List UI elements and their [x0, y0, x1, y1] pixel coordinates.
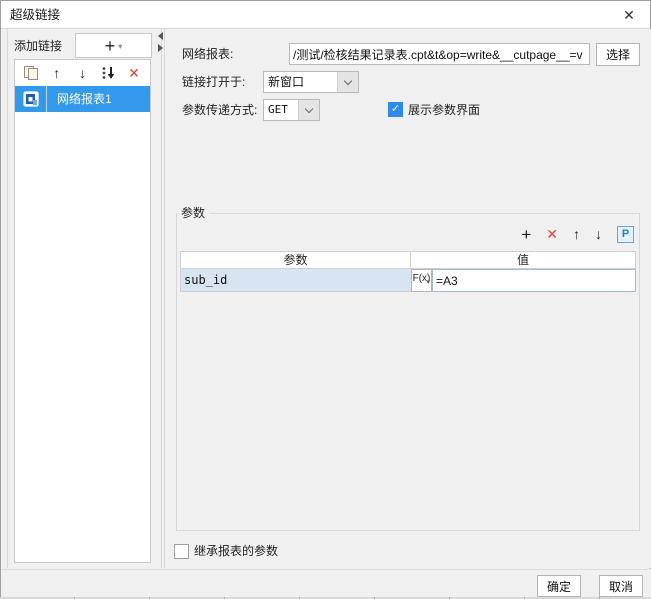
screen: 超级链接 ✕ 添加链接 + ▾ ↑ ↓ ✕ 网络报表1 网络报表: /测试/检核…	[0, 0, 651, 599]
report-icon	[15, 86, 46, 112]
delete-link-icon[interactable]: ✕	[125, 64, 143, 82]
chevron-down-icon	[298, 100, 319, 120]
report-path-label: 网络报表:	[182, 47, 234, 61]
add-link-button[interactable]: + ▾	[75, 33, 152, 58]
formula-fx-button[interactable]: F(x) ▾	[411, 269, 432, 292]
cancel-button[interactable]: 取消	[599, 575, 643, 597]
param-value-input[interactable]	[432, 269, 636, 292]
list-item-label: 网络报表1	[57, 92, 112, 106]
param-column-header: 参数	[283, 253, 308, 267]
choose-button[interactable]: 选择	[596, 43, 640, 66]
close-icon[interactable]: ✕	[612, 1, 646, 29]
splitter-collapse-left-icon[interactable]	[158, 32, 163, 40]
move-up-icon[interactable]: ↑	[48, 64, 66, 82]
params-toolbar: + ✕ ↑ ↓ P	[521, 221, 634, 247]
caret-down-icon: ▾	[426, 279, 430, 286]
sort-icon[interactable]	[99, 64, 117, 82]
footer-bar: 确定 取消	[1, 569, 651, 598]
show-params-checkbox[interactable]: ✓	[388, 102, 403, 117]
hyperlink-dialog: 超级链接 ✕ 添加链接 + ▾ ↑ ↓ ✕ 网络报表1 网络报表: /测试/检核…	[0, 0, 651, 598]
link-settings-panel: 网络报表: 选择 链接打开于: 新窗口 参数传递方式: GET ✓ 展示参数界面…	[164, 29, 651, 568]
list-item-web-report[interactable]: 网络报表1	[15, 86, 150, 112]
link-list-panel: 添加链接 + ▾ ↑ ↓ ✕ 网络报表1	[7, 29, 162, 568]
plus-icon: +	[104, 35, 116, 56]
param-up-icon[interactable]: ↑	[573, 226, 580, 242]
open-in-value: 新窗口	[268, 75, 305, 89]
param-name-cell[interactable]: sub_id	[181, 269, 411, 291]
method-label: 参数传递方式:	[182, 103, 258, 117]
caret-down-icon: ▾	[118, 42, 123, 51]
link-listbox: ↑ ↓ ✕ 网络报表1	[14, 59, 151, 563]
param-down-icon[interactable]: ↓	[595, 226, 602, 242]
param-panel-toggle[interactable]: P	[617, 225, 634, 243]
method-value: GET	[268, 103, 288, 116]
open-in-select[interactable]: 新窗口	[263, 71, 359, 93]
add-param-icon[interactable]: +	[521, 226, 531, 243]
chevron-down-icon	[337, 72, 358, 92]
value-column-header: 值	[409, 252, 635, 268]
params-table-header: 参数 值	[180, 251, 636, 269]
link-list-toolbar: ↑ ↓ ✕	[15, 60, 150, 86]
table-row: sub_id F(x) ▾	[180, 269, 636, 292]
dialog-title: 超级链接	[10, 8, 61, 22]
open-in-label: 链接打开于:	[182, 75, 246, 89]
move-down-icon[interactable]: ↓	[74, 64, 92, 82]
method-select[interactable]: GET	[263, 99, 320, 121]
ok-button[interactable]: 确定	[537, 575, 581, 597]
inherit-params-checkbox[interactable]	[174, 544, 189, 559]
show-params-label: 展示参数界面	[408, 103, 481, 117]
add-link-label: 添加链接	[14, 39, 63, 53]
inherit-params-label: 继承报表的参数	[194, 544, 279, 558]
params-group-title: 参数	[177, 205, 210, 221]
splitter-expand-right-icon[interactable]	[158, 44, 163, 52]
delete-param-icon[interactable]: ✕	[546, 226, 558, 243]
report-path-input[interactable]	[289, 43, 590, 65]
copy-icon[interactable]	[22, 64, 40, 82]
title-bar: 超级链接 ✕	[1, 1, 650, 29]
